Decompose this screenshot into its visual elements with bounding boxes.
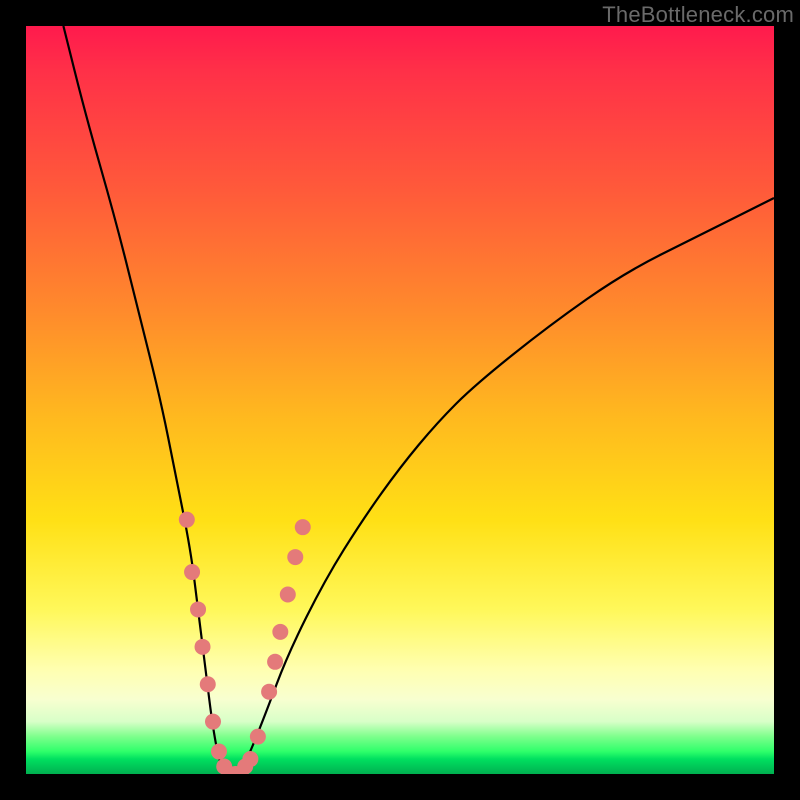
data-point-marker bbox=[295, 519, 311, 535]
bottleneck-curve-line bbox=[63, 26, 774, 774]
data-point-marker bbox=[250, 729, 266, 745]
data-point-marker bbox=[205, 714, 221, 730]
data-point-marker bbox=[184, 564, 200, 580]
data-point-marker bbox=[211, 744, 227, 760]
data-point-marker bbox=[280, 586, 296, 602]
data-point-marker bbox=[190, 601, 206, 617]
watermark-text: TheBottleneck.com bbox=[602, 2, 794, 28]
data-point-marker bbox=[287, 549, 303, 565]
data-point-marker bbox=[261, 684, 277, 700]
data-point-marker bbox=[200, 676, 216, 692]
chart-plot-area bbox=[26, 26, 774, 774]
data-point-marker bbox=[272, 624, 288, 640]
data-point-marker bbox=[179, 512, 195, 528]
bottleneck-curve-svg bbox=[26, 26, 774, 774]
data-point-marker bbox=[242, 751, 258, 767]
data-point-marker bbox=[195, 639, 211, 655]
data-point-marker bbox=[267, 654, 283, 670]
